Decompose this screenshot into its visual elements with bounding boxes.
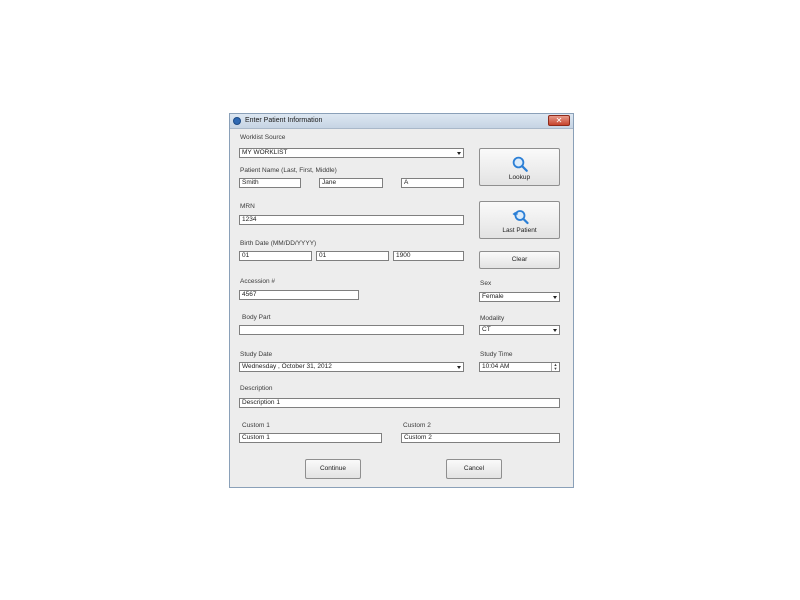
sex-value: Female — [482, 293, 504, 300]
study-date-value: Wednesday , October 31, 2012 — [242, 363, 332, 370]
birth-day-field[interactable]: 01 — [316, 251, 389, 261]
birth-month-field[interactable]: 01 — [239, 251, 312, 261]
close-button[interactable]: ✕ — [548, 115, 570, 126]
title-bar: Enter Patient Information ✕ — [230, 114, 573, 129]
sex-select[interactable]: Female — [479, 292, 560, 302]
body-part-field[interactable] — [239, 325, 464, 335]
chevron-down-icon[interactable] — [552, 294, 558, 300]
study-time-field[interactable]: 10:04 AM ▲ ▼ — [479, 362, 560, 372]
description-field[interactable]: Description 1 — [239, 398, 560, 408]
study-time-value: 10:04 AM — [482, 363, 510, 370]
sex-label: Sex — [480, 280, 492, 287]
birth-year-field[interactable]: 1900 — [393, 251, 464, 261]
app-icon — [233, 117, 241, 125]
study-time-label: Study Time — [480, 351, 513, 358]
cancel-button[interactable]: Cancel — [446, 459, 502, 479]
custom1-field[interactable]: Custom 1 — [239, 433, 382, 443]
accession-field[interactable]: 4567 — [239, 290, 359, 300]
worklist-select[interactable]: MY WORKLIST — [239, 148, 464, 158]
chevron-down-icon[interactable] — [456, 150, 462, 156]
last-patient-button[interactable]: Last Patient — [479, 201, 560, 239]
last-patient-label: Last Patient — [502, 227, 537, 234]
custom2-label: Custom 2 — [403, 422, 431, 429]
magnifier-back-arrow-icon — [512, 210, 529, 225]
middle-name-field[interactable]: A — [401, 178, 464, 188]
description-label: Description — [240, 385, 273, 392]
time-spinner[interactable]: ▲ ▼ — [551, 363, 559, 371]
modality-label: Modality — [480, 315, 505, 322]
birth-date-label: Birth Date (MM/DD/YYYY) — [240, 240, 317, 247]
spin-down-icon[interactable]: ▼ — [552, 367, 559, 371]
accession-label: Accession # — [240, 278, 276, 285]
continue-button[interactable]: Continue — [305, 459, 361, 479]
last-name-field[interactable]: Smith — [239, 178, 301, 188]
patient-info-dialog: Enter Patient Information ✕ Worklist Sou… — [229, 113, 574, 488]
lookup-button[interactable]: Lookup — [479, 148, 560, 186]
worklist-value: MY WORKLIST — [242, 149, 288, 156]
first-name-field[interactable]: Jane — [319, 178, 383, 188]
custom2-field[interactable]: Custom 2 — [401, 433, 560, 443]
body-part-label: Body Part — [242, 314, 271, 321]
window-title: Enter Patient Information — [245, 117, 323, 124]
chevron-down-icon[interactable] — [552, 327, 558, 333]
patient-name-label: Patient Name (Last, First, Middle) — [240, 167, 337, 174]
mrn-field[interactable]: 1234 — [239, 215, 464, 225]
mrn-label: MRN — [240, 203, 255, 210]
chevron-down-icon[interactable] — [456, 364, 462, 370]
study-date-picker[interactable]: Wednesday , October 31, 2012 — [239, 362, 464, 372]
modality-value: CT — [482, 326, 491, 333]
study-date-label: Study Date — [240, 351, 273, 358]
magnifier-icon — [512, 156, 528, 172]
clear-button[interactable]: Clear — [479, 251, 560, 269]
worklist-label: Worklist Source — [240, 134, 286, 141]
modality-select[interactable]: CT — [479, 325, 560, 335]
lookup-label: Lookup — [508, 174, 531, 181]
custom1-label: Custom 1 — [242, 422, 270, 429]
